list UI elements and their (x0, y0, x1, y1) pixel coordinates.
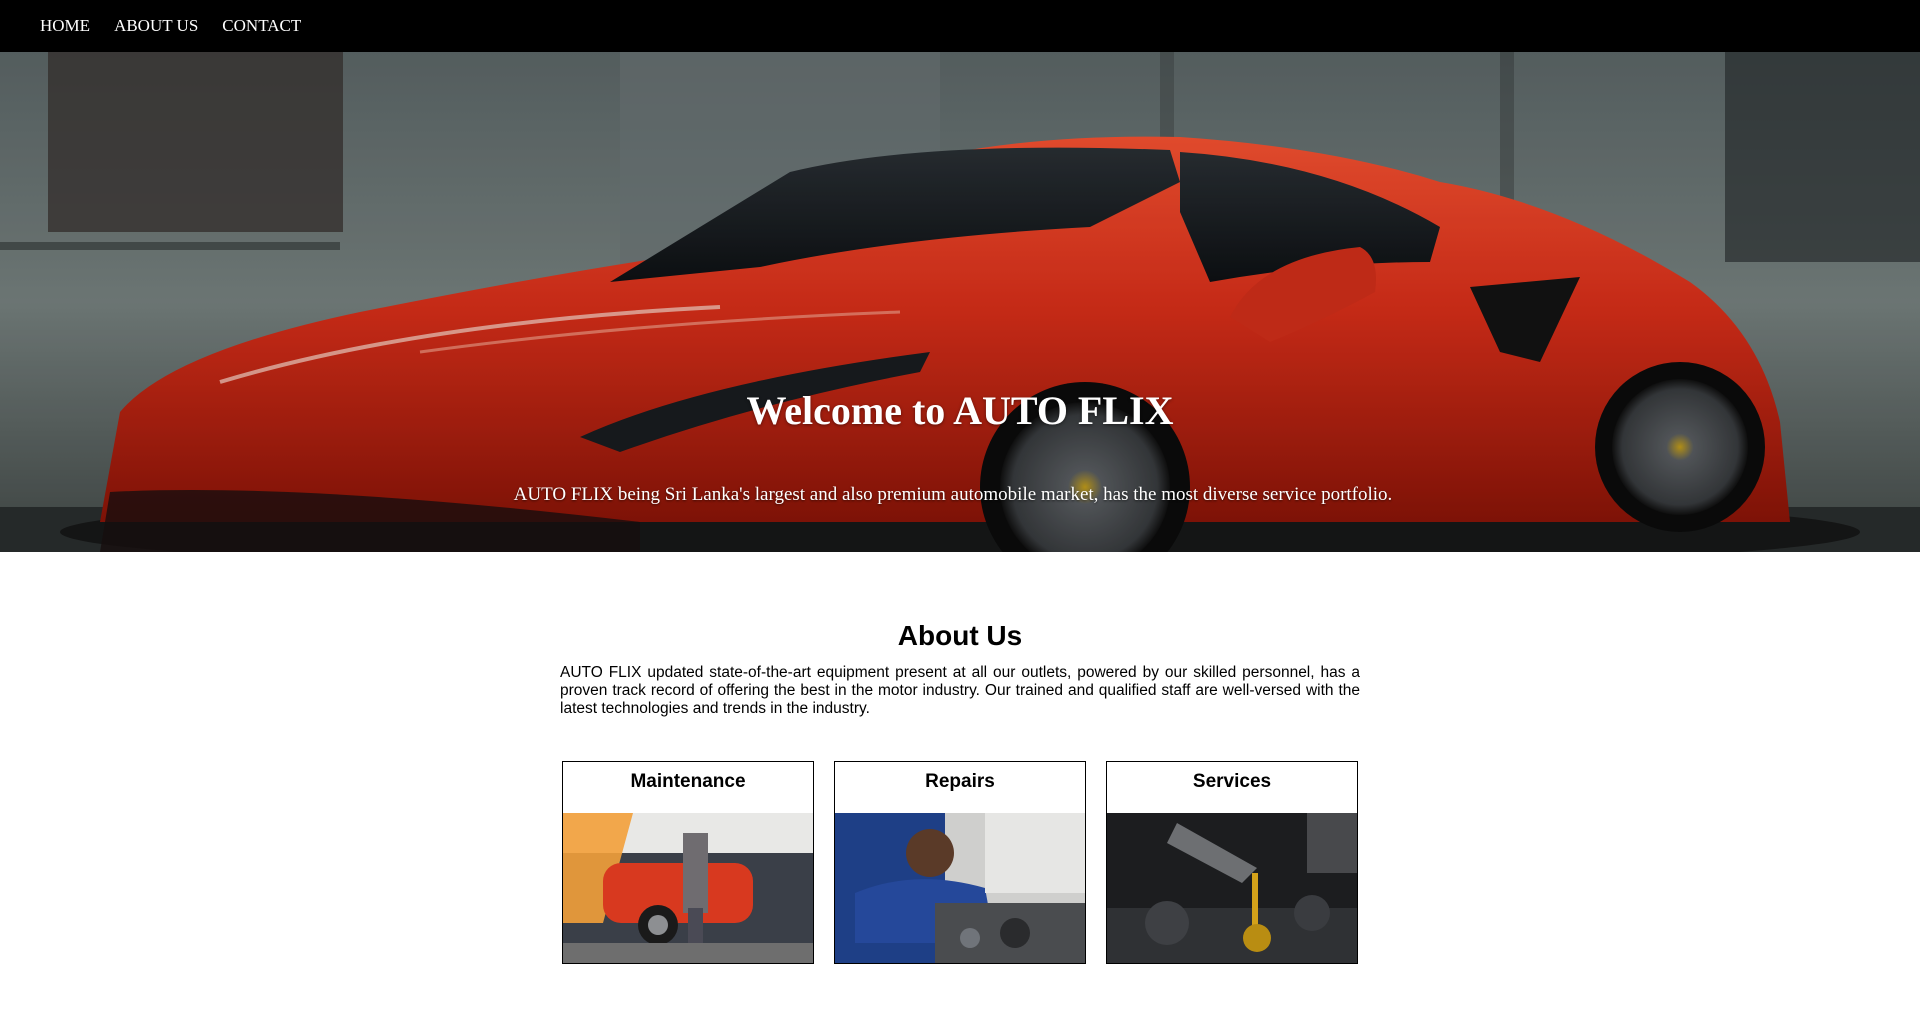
card-title: Maintenance (630, 771, 746, 792)
service-cards: Maintenance Repairs Services (562, 761, 1358, 964)
hero-car-image (0, 52, 1920, 552)
card-maintenance[interactable]: Maintenance (562, 761, 814, 964)
card-repairs[interactable]: Repairs (834, 761, 1086, 964)
card-services[interactable]: Services (1106, 761, 1358, 964)
card-title: Repairs (925, 771, 995, 792)
about-text: AUTO FLIX updated state-of-the-art equip… (560, 664, 1360, 717)
hero-banner: Welcome to AUTO FLIX AUTO FLIX being Sri… (0, 52, 1920, 552)
about-heading: About Us (897, 620, 1023, 651)
top-nav: HOME ABOUT US CONTACT (0, 0, 1920, 52)
hero-subtitle: AUTO FLIX being Sri Lanka's largest and … (513, 484, 1393, 505)
oil-change-image (1107, 813, 1357, 963)
nav-about-link[interactable]: ABOUT US (114, 0, 198, 52)
about-section: About Us AUTO FLIX updated state-of-the-… (560, 620, 1360, 718)
card-title: Services (1192, 771, 1272, 792)
mechanic-image (835, 813, 1085, 963)
nav-contact-link[interactable]: CONTACT (222, 0, 301, 52)
hero-title: Welcome to AUTO FLIX (746, 388, 1174, 433)
nav-home-link[interactable]: HOME (40, 0, 90, 52)
garage-lift-image (563, 813, 813, 963)
